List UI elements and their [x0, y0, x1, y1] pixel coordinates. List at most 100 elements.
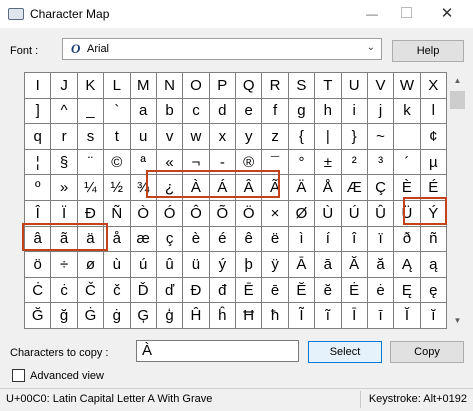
scroll-down-icon[interactable]: ▼: [449, 312, 466, 329]
character-cell[interactable]: N: [156, 73, 184, 99]
character-cell[interactable]: |: [315, 124, 342, 150]
character-cell[interactable]: Ē: [236, 277, 263, 304]
character-cell[interactable]: Î: [25, 201, 52, 227]
character-cell[interactable]: Ú: [341, 201, 368, 227]
character-cell[interactable]: ĭ: [420, 303, 447, 329]
character-cell[interactable]: L: [104, 73, 131, 99]
character-cell[interactable]: e: [236, 98, 263, 125]
character-grid[interactable]: I J K L M N O P Q R S T U V W X] ^ _ ` a b c d e f g h i j k l q r s t u v w x…: [24, 72, 447, 329]
character-cell[interactable]: ø: [77, 252, 105, 278]
character-cell[interactable]: l: [420, 98, 447, 125]
character-cell[interactable]: đ: [209, 277, 236, 304]
character-cell[interactable]: Ä: [288, 175, 316, 201]
character-cell[interactable]: ¯: [262, 149, 289, 176]
character-cell[interactable]: ¨: [77, 149, 105, 176]
character-cell[interactable]: Ė: [341, 277, 368, 304]
character-cell[interactable]: c: [183, 98, 210, 125]
character-cell[interactable]: ~: [367, 124, 395, 150]
character-cell[interactable]: ú: [130, 252, 157, 278]
character-cell[interactable]: Ğ: [25, 303, 52, 329]
character-cell[interactable]: [394, 124, 421, 150]
character-cell[interactable]: ğ: [51, 303, 78, 329]
character-cell[interactable]: T: [315, 73, 342, 99]
character-cell[interactable]: ĥ: [209, 303, 236, 329]
character-cell[interactable]: â: [25, 226, 52, 253]
character-cell[interactable]: é: [209, 226, 236, 253]
character-cell[interactable]: ý: [209, 252, 236, 278]
character-cell[interactable]: Ġ: [77, 303, 105, 329]
character-cell[interactable]: W: [394, 73, 421, 99]
character-cell[interactable]: Ħ: [236, 303, 263, 329]
character-cell[interactable]: º: [25, 175, 52, 201]
character-cell[interactable]: d: [209, 98, 236, 125]
character-cell[interactable]: »: [51, 175, 78, 201]
character-cell[interactable]: ^: [51, 98, 78, 125]
character-cell[interactable]: Ċ: [25, 277, 52, 304]
character-cell[interactable]: ì: [288, 226, 316, 253]
character-cell[interactable]: Ô: [183, 201, 210, 227]
character-cell[interactable]: Ĭ: [394, 303, 421, 329]
character-cell[interactable]: v: [156, 124, 184, 150]
character-cell[interactable]: ñ: [420, 226, 447, 253]
help-button[interactable]: Help: [392, 40, 464, 62]
character-cell[interactable]: Č: [77, 277, 105, 304]
character-cell[interactable]: }: [341, 124, 368, 150]
character-cell[interactable]: z: [262, 124, 289, 150]
character-cell[interactable]: å: [104, 226, 131, 253]
character-cell[interactable]: {: [288, 124, 316, 150]
character-cell[interactable]: ð: [394, 226, 421, 253]
character-cell[interactable]: ¬: [183, 149, 210, 176]
title-bar[interactable]: Character Map — ✕: [0, 0, 473, 28]
character-cell[interactable]: k: [394, 98, 421, 125]
character-cell[interactable]: t: [104, 124, 131, 150]
character-cell[interactable]: É: [420, 175, 447, 201]
character-cell[interactable]: Ā: [288, 252, 316, 278]
character-cell[interactable]: j: [367, 98, 395, 125]
character-cell[interactable]: _: [77, 98, 105, 125]
character-cell[interactable]: Ă: [341, 252, 368, 278]
character-cell[interactable]: Q: [236, 73, 263, 99]
minimize-button[interactable]: —: [360, 4, 384, 24]
character-cell[interactable]: ª: [130, 149, 157, 176]
character-cell[interactable]: K: [77, 73, 105, 99]
character-cell[interactable]: ÷: [51, 252, 78, 278]
character-cell[interactable]: î: [341, 226, 368, 253]
character-cell[interactable]: -: [209, 149, 236, 176]
maximize-button[interactable]: [394, 4, 418, 24]
character-cell[interactable]: Ģ: [130, 303, 157, 329]
character-cell[interactable]: ê: [236, 226, 263, 253]
character-cell[interactable]: ½: [104, 175, 131, 201]
character-cell[interactable]: Ó: [156, 201, 184, 227]
character-cell[interactable]: Á: [209, 175, 236, 201]
character-cell[interactable]: S: [288, 73, 316, 99]
character-cell[interactable]: Ę: [394, 277, 421, 304]
scroll-up-icon[interactable]: ▲: [449, 72, 466, 89]
character-cell[interactable]: ¿: [156, 175, 184, 201]
character-cell[interactable]: X: [420, 73, 447, 99]
character-cell[interactable]: b: [156, 98, 184, 125]
character-cell[interactable]: ĕ: [315, 277, 342, 304]
character-cell[interactable]: y: [236, 124, 263, 150]
character-cell[interactable]: Ð: [77, 201, 105, 227]
characters-to-copy-field[interactable]: À: [136, 340, 299, 362]
character-cell[interactable]: ©: [104, 149, 131, 176]
character-cell[interactable]: `: [104, 98, 131, 125]
character-cell[interactable]: x: [209, 124, 236, 150]
character-cell[interactable]: O: [183, 73, 210, 99]
character-cell[interactable]: f: [262, 98, 289, 125]
character-cell[interactable]: q: [25, 124, 52, 150]
vertical-scrollbar[interactable]: ▲ ▼: [449, 72, 466, 329]
character-cell[interactable]: Ĥ: [183, 303, 210, 329]
character-cell[interactable]: ®: [236, 149, 263, 176]
character-cell[interactable]: ü: [183, 252, 210, 278]
character-cell[interactable]: ä: [77, 226, 105, 253]
character-cell[interactable]: Å: [315, 175, 342, 201]
character-cell[interactable]: ]: [25, 98, 52, 125]
character-cell[interactable]: û: [156, 252, 184, 278]
character-cell[interactable]: ġ: [104, 303, 131, 329]
character-cell[interactable]: ×: [262, 201, 289, 227]
character-cell[interactable]: ģ: [156, 303, 184, 329]
character-cell[interactable]: Ą: [394, 252, 421, 278]
character-cell[interactable]: a: [130, 98, 157, 125]
character-cell[interactable]: ħ: [262, 303, 289, 329]
